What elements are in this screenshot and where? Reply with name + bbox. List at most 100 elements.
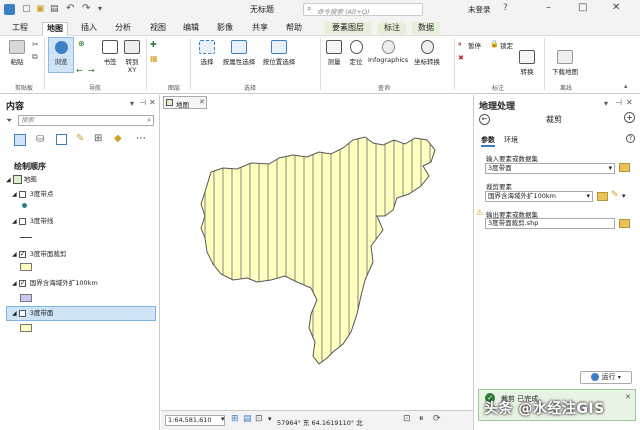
close-icon[interactable]: ✕ [612, 2, 620, 13]
selection-list-icon[interactable] [56, 134, 67, 145]
qat-dropdown-icon[interactable]: ▾ [98, 4, 102, 13]
tab-labeling[interactable]: 标注 [378, 22, 406, 34]
visibility-checkbox[interactable] [18, 217, 26, 225]
more-icon[interactable]: ⋯ [136, 133, 146, 144]
next-extent-icon[interactable]: → [88, 66, 95, 75]
lock-label[interactable]: 锁定 [500, 40, 513, 50]
explore-button[interactable]: 浏览 [48, 37, 74, 73]
map-view[interactable]: 地图 ✕ 1:64,581,610 ▾ ⊞ ▤ ⊡ ▾ 57964° 东 64.… [161, 95, 473, 430]
browse-folder-icon[interactable] [597, 192, 608, 201]
tab-environments[interactable]: 环境 [504, 135, 518, 145]
tab-edit[interactable]: 编辑 [181, 22, 201, 34]
output-features-field[interactable]: 3度带面裁剪.shp [485, 218, 615, 229]
layer-row[interactable]: ◢ 3度带面裁剪 [12, 250, 66, 259]
expand-icon[interactable]: ◢ [12, 310, 17, 317]
select-by-attributes-button[interactable]: 按属性选择 [221, 40, 257, 66]
drawing-order-tool-icon[interactable] [14, 134, 26, 146]
command-search[interactable]: ⌕ 命令搜索 (Alt+Q) [303, 3, 423, 16]
grid-icon[interactable]: ⊞ [231, 414, 239, 424]
back-icon[interactable]: ← [479, 114, 490, 125]
coordinate-format-icon[interactable]: ⊡ [403, 414, 411, 424]
measure-button[interactable]: 测量 [324, 40, 344, 66]
browse-folder-icon[interactable] [619, 219, 630, 228]
table-icon[interactable]: ▤ [243, 414, 252, 424]
undo-icon[interactable]: ↶ [66, 3, 74, 14]
maximize-icon[interactable]: □ [578, 2, 587, 13]
map-tab[interactable]: 地图 ✕ [163, 96, 207, 109]
editing-list-icon[interactable]: ✎ [76, 133, 84, 144]
qat-save-icon[interactable]: ▤ [50, 4, 59, 14]
select-by-location-button[interactable]: 按位置选择 [260, 40, 298, 66]
help-icon[interactable]: ? [503, 3, 508, 13]
convert-button[interactable]: 转换 [516, 50, 538, 76]
dropdown-icon[interactable]: ▾ [586, 192, 590, 201]
collapse-ribbon-icon[interactable]: ▴ [624, 82, 628, 90]
clip-features-field[interactable]: 国界含海域外扩100km ▾ [485, 191, 593, 202]
visibility-checkbox[interactable] [18, 279, 26, 288]
tab-feature-layer[interactable]: 要素图层 [325, 22, 371, 34]
tab-view[interactable]: 视图 [148, 22, 168, 34]
add-icon[interactable]: + [624, 112, 635, 123]
sketch-dropdown-icon[interactable]: ▾ [622, 192, 626, 200]
tab-map[interactable]: 地图 [42, 22, 68, 36]
pane-options-icon[interactable]: ▾ [604, 99, 608, 108]
expand-icon[interactable]: ◢ [12, 280, 17, 287]
input-features-field[interactable]: 3度带面 ▾ [485, 163, 615, 174]
tab-project[interactable]: 工程 [10, 22, 30, 34]
basemap-icon[interactable]: ▦ [150, 54, 158, 63]
scale-input[interactable]: 1:64,581,610 [165, 415, 225, 426]
refresh-icon[interactable]: ⟳ [433, 414, 441, 424]
lock-icon[interactable]: 🔒 [490, 40, 499, 48]
layer-map-row[interactable]: ◢ 地图 [6, 175, 37, 185]
expand-icon[interactable]: ◢ [12, 218, 17, 225]
cut-icon[interactable]: ✂ [32, 40, 39, 49]
options-dropdown-icon[interactable]: ▾ [268, 415, 272, 423]
download-map-button[interactable]: 下载地图 [550, 50, 580, 76]
layer-row[interactable]: ◢ 3度带点 [12, 190, 53, 199]
data-source-icon[interactable]: ⛁ [36, 134, 44, 145]
labeling-list-icon[interactable]: ◆ [114, 133, 122, 144]
tab-parameters[interactable]: 参数 [481, 135, 495, 147]
redo-icon[interactable]: ↷ [82, 3, 90, 14]
minimize-icon[interactable]: – [546, 2, 551, 13]
label-options-icon[interactable]: ✖ [458, 54, 464, 62]
layer-row[interactable]: ◢ 国界含海域外扩100km [12, 279, 98, 288]
contents-search-input[interactable]: 搜索 ⌕ [18, 115, 154, 126]
visibility-checkbox[interactable] [18, 250, 26, 259]
tab-analysis[interactable]: 分析 [113, 22, 133, 34]
scale-dropdown-icon[interactable]: ▾ [221, 415, 225, 423]
visibility-checkbox[interactable] [18, 190, 26, 198]
pause-icon[interactable]: ⏸ [458, 40, 462, 49]
tab-share[interactable]: 共享 [250, 22, 270, 34]
close-banner-icon[interactable]: ✕ [625, 393, 631, 401]
select-button[interactable]: 选择 [196, 40, 218, 66]
goto-xy-button[interactable]: 转到 XY [123, 40, 141, 74]
layer-row[interactable]: ◢ 3度带面 [12, 309, 53, 318]
dropdown-icon[interactable]: ▾ [608, 164, 612, 173]
pane-options-icon[interactable]: ▾ [130, 99, 134, 108]
zoom-full-icon[interactable]: ⊕ [78, 39, 85, 48]
previous-extent-icon[interactable]: ← [76, 66, 83, 75]
expand-icon[interactable]: ◢ [12, 251, 17, 258]
locate-button[interactable]: 定位 [346, 40, 366, 66]
fit-icon[interactable]: ⊡ [255, 414, 263, 424]
sign-in-status[interactable]: 未登录 [468, 4, 491, 15]
browse-folder-icon[interactable] [619, 163, 630, 172]
sketch-pencil-icon[interactable]: ✎ [611, 190, 619, 200]
snapping-list-icon[interactable]: ⊞ [94, 133, 102, 144]
expand-icon[interactable]: ◢ [12, 191, 17, 198]
layer-row[interactable]: ◢ 3度带线 [12, 217, 53, 226]
pause-label[interactable]: 暂停 [468, 40, 481, 50]
tab-help[interactable]: 帮助 [284, 22, 304, 34]
infographics-button[interactable]: Infographics [368, 40, 408, 64]
auto-hide-icon[interactable]: ⊣ [615, 98, 622, 107]
qat-open-icon[interactable]: ▣ [36, 4, 45, 14]
pause-drawing-icon[interactable]: ⏸ [419, 414, 424, 424]
bookmarks-button[interactable]: 书签 [100, 40, 120, 66]
close-tab-icon[interactable]: ✕ [199, 98, 205, 106]
filter-icon[interactable]: ⏷ [6, 116, 12, 126]
tab-insert[interactable]: 插入 [79, 22, 99, 34]
copy-icon[interactable]: ⧉ [32, 52, 38, 62]
run-button[interactable]: 运行 ▾ [580, 371, 632, 384]
paste-button[interactable]: 粘贴 [6, 40, 28, 66]
